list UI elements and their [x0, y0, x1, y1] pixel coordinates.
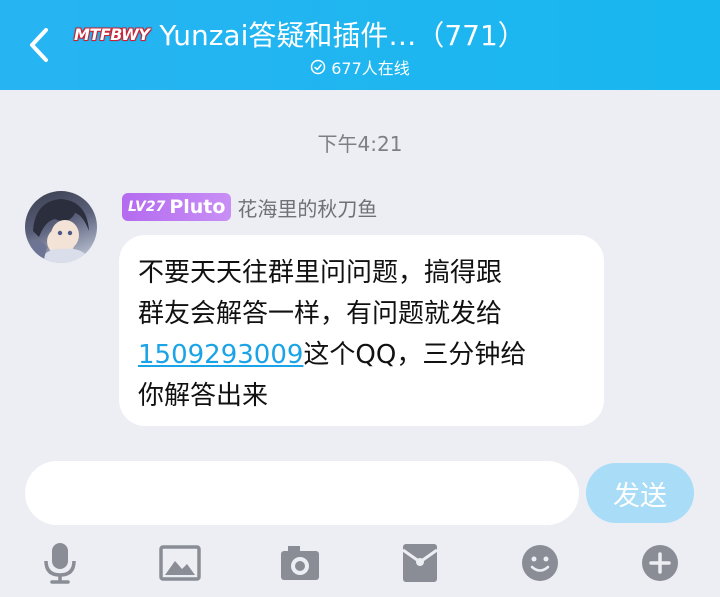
online-count: 677人在线 [331, 59, 410, 78]
send-button[interactable]: 发送 [586, 463, 694, 523]
input-toolbar [0, 535, 720, 597]
message-line: 1509293009这个QQ，三分钟给 [138, 335, 584, 376]
red-packet-button[interactable] [398, 541, 442, 585]
qq-number-link[interactable]: 1509293009 [138, 340, 303, 370]
message-input[interactable] [25, 461, 579, 525]
image-button[interactable] [158, 541, 202, 585]
sender-avatar[interactable] [25, 191, 97, 263]
message-timestamp: 下午4:21 [317, 132, 403, 156]
message-bubble[interactable]: 不要天天往群里问问题，搞得跟 群友会解答一样，有问题就发给 1509293009… [119, 235, 604, 426]
message-line: 不要天天往群里问问题，搞得跟 [138, 258, 503, 288]
chat-header: MTFBWY Yunzai答疑和插件…（771） 677人在线 [0, 0, 720, 90]
group-title: Yunzai答疑和插件…（771） [159, 19, 526, 52]
level-number: LV27 [128, 199, 166, 215]
avatar-image [29, 199, 91, 263]
message-line-rest: 这个QQ，三分钟给 [303, 340, 527, 370]
sender-name[interactable]: 花海里的秋刀鱼 [237, 193, 377, 222]
online-status[interactable]: 677人在线 [0, 56, 720, 78]
level-badge: LV27 Pluto [122, 193, 232, 221]
message-line: 群友会解答一样，有问题就发给 [138, 299, 503, 329]
more-button[interactable] [638, 541, 682, 585]
red-packet-icon [402, 544, 438, 582]
message-line: 你解答出来 [138, 381, 269, 411]
camera-button[interactable] [278, 541, 322, 585]
camera-icon [281, 546, 319, 580]
title-row[interactable]: MTFBWY Yunzai答疑和插件…（771） [70, 14, 680, 54]
voice-button[interactable] [38, 541, 82, 585]
image-icon [159, 545, 201, 581]
check-circle-icon [310, 59, 326, 75]
emoji-icon [522, 545, 558, 581]
level-title: Pluto [169, 196, 226, 218]
sender-info: LV27 Pluto 花海里的秋刀鱼 [122, 193, 377, 221]
group-logo-badge: MTFBWY [74, 24, 150, 44]
microphone-icon [44, 543, 76, 584]
plus-icon [642, 545, 678, 581]
emoji-button[interactable] [518, 541, 562, 585]
